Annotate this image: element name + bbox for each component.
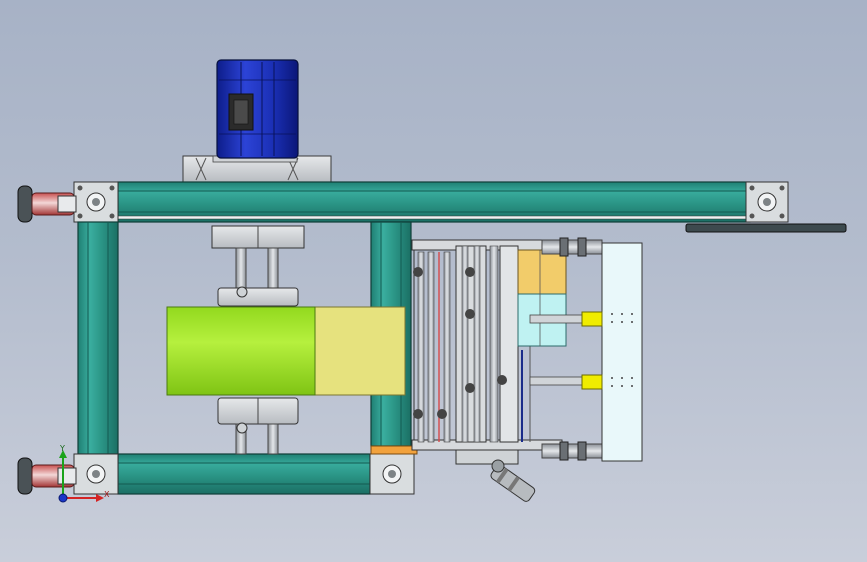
corner-block (369, 453, 415, 495)
hub (217, 287, 299, 307)
assembly-drawing: Y X (17, 59, 847, 503)
shaft (267, 247, 279, 289)
leveling-foot-icon (17, 457, 77, 495)
threaded-rod (541, 239, 603, 255)
shaft (267, 423, 279, 455)
y-axis-label: Y (59, 444, 65, 453)
corner-block (745, 181, 789, 223)
top-clamp (411, 239, 563, 251)
light-panel (601, 242, 643, 462)
belt (314, 306, 406, 396)
corner-block (73, 181, 119, 223)
orange-plate (370, 445, 418, 455)
left-post (77, 221, 119, 455)
corner-block (73, 453, 119, 495)
green-roller (166, 306, 316, 396)
leveling-foot-icon (17, 185, 77, 223)
threaded-rod (541, 443, 603, 459)
bottom-clamp (411, 439, 563, 451)
top-rail (117, 181, 751, 223)
bottom-rail (117, 453, 371, 495)
orange-box (517, 249, 567, 295)
shaft (235, 247, 247, 289)
motor[interactable] (182, 59, 332, 183)
x-axis-label: X (104, 490, 110, 499)
angled-cylinder (455, 449, 536, 502)
sensor-icon (529, 374, 603, 390)
cad-viewport[interactable]: Y X (0, 0, 867, 562)
right-mechanism (411, 237, 643, 502)
roller-assembly (166, 225, 406, 455)
support-plate (685, 223, 847, 233)
